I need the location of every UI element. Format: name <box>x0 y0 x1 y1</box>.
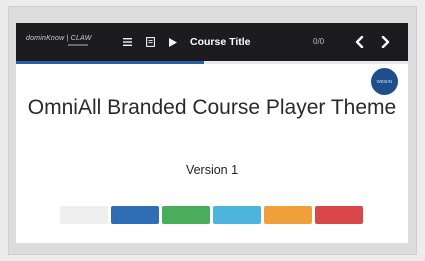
page-count: 0/0 <box>313 37 325 46</box>
version-label: Version 1 <box>185 163 239 177</box>
progress-fill <box>16 61 205 64</box>
player-toolbar: dominKnow | CLAW Course Title 0/0 <box>16 23 408 61</box>
chevron-left-icon[interactable] <box>352 35 366 49</box>
color-swatch-light-blue <box>213 206 261 224</box>
color-swatch-blue <box>111 206 159 224</box>
course-title: Course Title <box>190 36 251 48</box>
play-icon[interactable] <box>166 35 180 49</box>
page-title: OmniAll Branded Course Player Theme <box>27 96 397 119</box>
brand-logo: dominKnow | CLAW <box>26 35 92 42</box>
color-swatch-orange <box>264 206 312 224</box>
brand-logo-underline <box>68 44 88 46</box>
menu-icon[interactable] <box>120 35 134 49</box>
progress-bar <box>16 61 408 64</box>
color-swatch-green <box>162 206 210 224</box>
color-swatch-red <box>315 206 363 224</box>
document-icon[interactable] <box>143 35 157 49</box>
chevron-right-icon[interactable] <box>378 35 392 49</box>
color-swatch-light-gray <box>60 206 108 224</box>
course-player: dominKnow | CLAW Course Title 0/0 WEBIN … <box>16 23 408 243</box>
webin-badge: WEBIN <box>371 68 398 95</box>
